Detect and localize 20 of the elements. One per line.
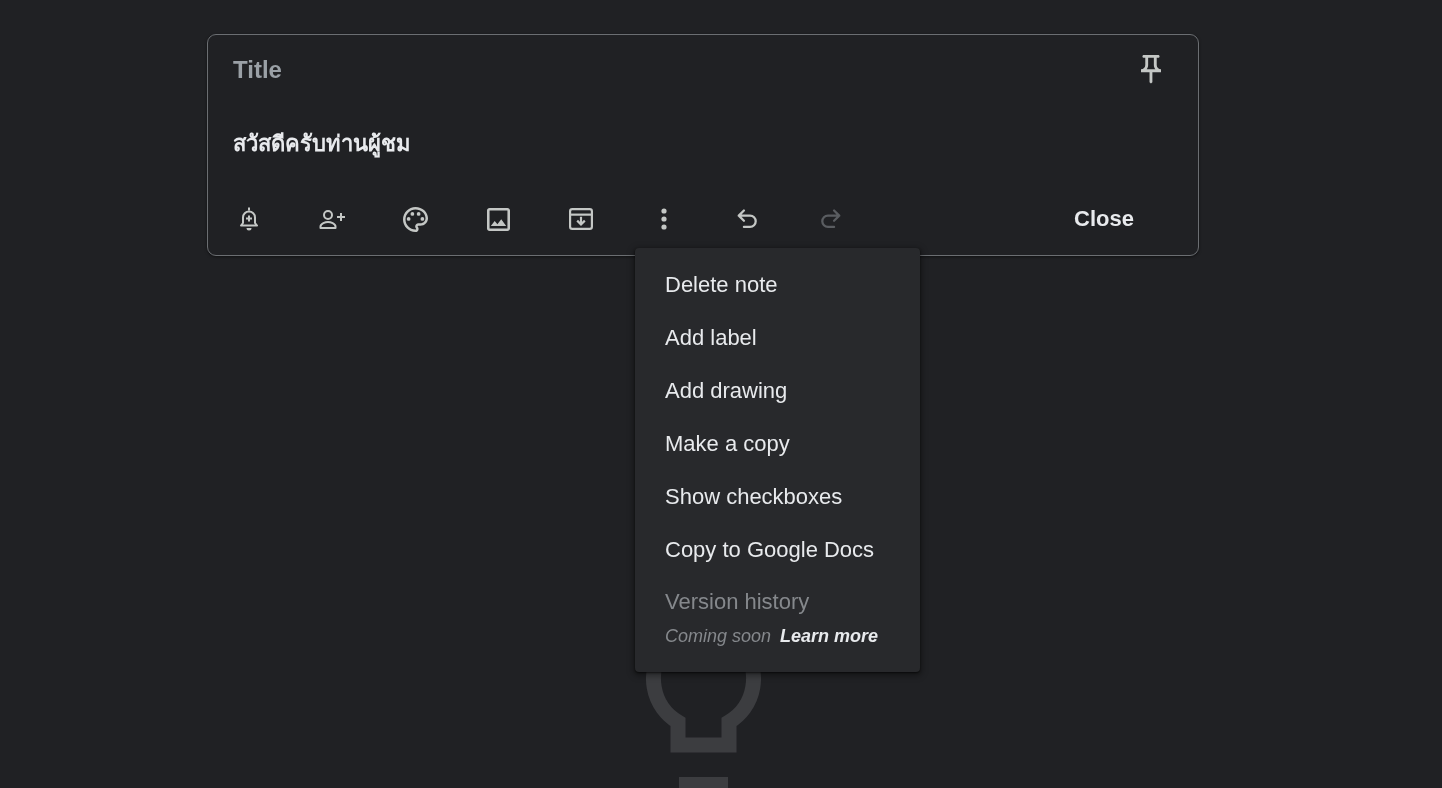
pin-icon	[1141, 55, 1161, 85]
bell-plus-icon	[239, 207, 259, 231]
menu-item[interactable]: Copy to Google Docs	[635, 523, 920, 576]
menu-item[interactable]: Show checkboxes	[635, 470, 920, 523]
title-field[interactable]: Title	[233, 55, 1131, 85]
palette-icon	[402, 206, 428, 232]
menu-item[interactable]: Add drawing	[635, 364, 920, 417]
coming-soon-label: Coming soon	[665, 625, 772, 648]
more-icon	[661, 208, 667, 230]
undo-icon	[736, 209, 758, 229]
menu-item[interactable]: Add label	[635, 311, 920, 364]
archive-icon	[569, 208, 593, 230]
lightbulb-icon	[645, 672, 761, 788]
menu-item[interactable]: Delete note	[635, 258, 920, 311]
image-icon	[486, 207, 510, 231]
close-button[interactable]: Close	[1050, 197, 1158, 241]
menu-item[interactable]: Make a copy	[635, 417, 920, 470]
note-body-field[interactable]: สวัสดีครับท่านผู้ชม	[233, 129, 1171, 159]
person-plus-icon	[318, 209, 346, 229]
redo-icon	[819, 209, 841, 229]
